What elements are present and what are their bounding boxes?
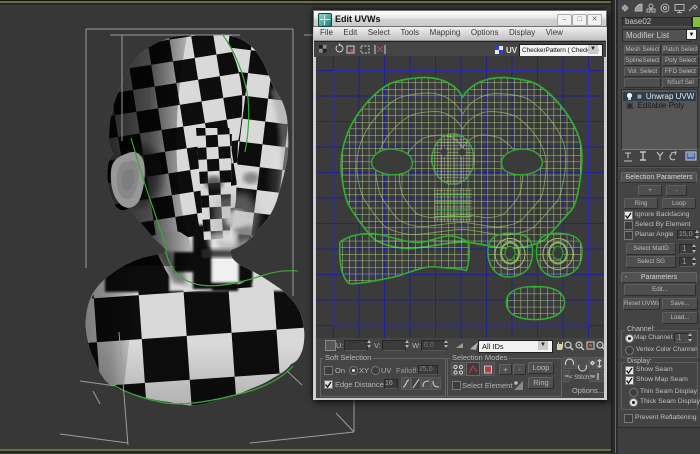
svg-text:< Stitch >: < Stitch > xyxy=(569,375,595,381)
svg-text:UV: UV xyxy=(506,46,518,55)
